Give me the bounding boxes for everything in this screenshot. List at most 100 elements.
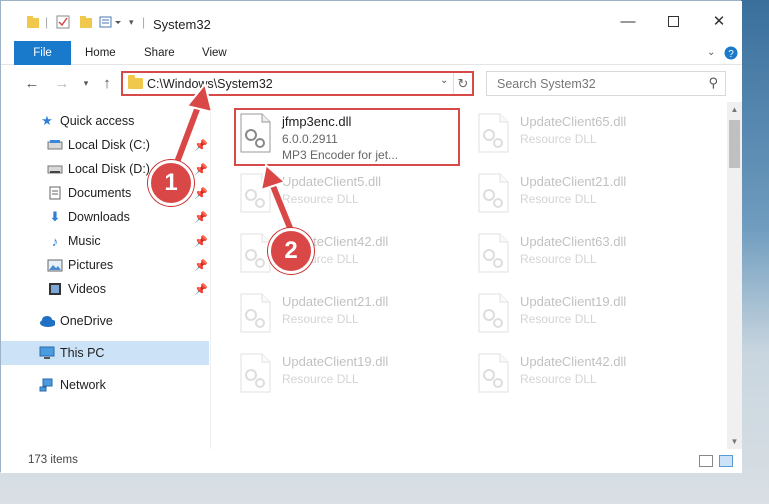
drive-icon [47,138,63,152]
vertical-scrollbar[interactable]: ▲ ▼ [727,102,742,449]
sidebar-item-music[interactable]: ♪ Music 📌 [1,229,209,253]
details-view-icon[interactable] [699,455,713,467]
sidebar-item-downloads[interactable]: ⬇ Downloads 📌 [1,205,209,229]
file-description: Resource DLL [520,132,597,146]
step-badge-2: 2 [268,228,314,274]
pin-icon[interactable]: 📌 [194,235,208,248]
sidebar-item-pictures[interactable]: Pictures 📌 [1,253,209,277]
documents-icon [47,186,63,200]
navigation-pane: ★ Quick access Local Disk (C:) 📌 Local D… [1,102,211,449]
dll-file-icon [478,173,509,213]
maximize-button[interactable] [650,1,696,41]
file-description: Resource DLL [282,312,359,326]
sidebar-item-label: Videos [68,282,106,296]
folder-icon [26,13,40,31]
expand-ribbon-icon[interactable]: ⌄ [707,41,715,65]
file-description: Resource DLL [520,372,597,386]
status-bar: 173 items [1,449,742,473]
file-version: 6.0.0.2911 [282,132,338,146]
scrollbar-thumb[interactable] [729,120,740,168]
forward-arrow-icon[interactable]: → [53,73,71,93]
title-separator-2: | [142,15,146,29]
window-title: System32 [153,17,211,32]
file-item[interactable]: jfmp3enc.dll 6.0.0.2911 MP3 Encoder for … [232,106,462,162]
scroll-down-icon[interactable]: ▼ [727,434,742,449]
pictures-icon [47,258,63,272]
file-item[interactable]: UpdateClient42.dll Resource DLL [232,226,462,278]
folder-icon [128,75,143,89]
file-item[interactable]: UpdateClient21.dll Resource DLL [470,166,700,218]
sidebar-item-local-disk-c[interactable]: Local Disk (C:) 📌 [1,133,209,157]
svg-text:?: ? [728,49,734,60]
file-item[interactable]: UpdateClient19.dll Resource DLL [232,346,462,398]
item-count: 173 items [28,454,78,466]
address-bar[interactable]: C:\Windows\System32 ⌄ ↻ [121,71,474,96]
large-icons-view-icon[interactable] [719,455,733,467]
cloud-icon [39,314,55,328]
file-name: UpdateClient63.dll [520,234,627,249]
dll-file-icon [478,353,509,393]
pin-icon[interactable]: 📌 [194,163,208,176]
address-path[interactable]: C:\Windows\System32 [147,77,273,91]
dll-file-icon [240,293,271,333]
properties-icon[interactable] [56,13,70,31]
customize-toolbar-icon[interactable] [99,13,125,31]
file-description: Resource DLL [520,192,597,206]
file-name: UpdateClient42.dll [520,354,627,369]
sidebar-item-label: Quick access [60,114,135,128]
downloads-icon: ⬇ [49,209,61,224]
tab-view[interactable]: View [202,41,227,65]
file-name: UpdateClient19.dll [282,354,389,369]
pin-icon[interactable]: 📌 [194,139,208,152]
pin-icon[interactable]: 📌 [194,259,208,272]
chevron-down-icon[interactable]: ⌄ [440,75,448,86]
dll-file-icon [240,173,271,213]
pin-icon[interactable]: 📌 [194,187,208,200]
dll-file-icon [478,293,509,333]
file-item[interactable]: UpdateClient21.dll Resource DLL [232,286,462,338]
dll-file-icon [240,113,271,153]
sidebar-item-label: Downloads [68,210,130,224]
recent-locations-icon[interactable]: ▾ [77,73,95,93]
computer-icon [39,346,55,360]
new-folder-icon[interactable] [79,13,93,31]
sidebar-item-this-pc[interactable]: This PC [1,341,209,365]
sidebar-item-network[interactable]: Network [1,373,209,397]
search-placeholder: Search System32 [497,77,596,91]
scroll-up-icon[interactable]: ▲ [727,102,742,117]
sidebar-item-label: This PC [60,346,105,360]
help-icon[interactable]: ? [724,41,738,65]
refresh-icon[interactable]: ↻ [453,73,472,94]
file-item[interactable]: UpdateClient42.dll Resource DLL [470,346,700,398]
pin-icon[interactable]: 📌 [194,283,208,296]
sidebar-item-label: Documents [68,186,132,200]
close-button[interactable]: ✕ [696,1,742,41]
sidebar-item-label: OneDrive [60,314,113,328]
quick-access-dropdown-icon[interactable]: ▾ [129,13,134,31]
tab-home[interactable]: Home [85,41,116,65]
file-item[interactable]: UpdateClient65.dll Resource DLL [470,106,700,158]
sidebar-item-quick-access[interactable]: ★ Quick access [1,109,209,133]
sidebar-item-label: Music [68,234,101,248]
up-arrow-icon[interactable]: ↑ [98,73,116,93]
sidebar-item-onedrive[interactable]: OneDrive [1,309,209,333]
videos-icon [47,282,63,296]
file-name: jfmp3enc.dll [282,114,352,129]
search-input[interactable]: Search System32 ⚲ [486,71,726,96]
tab-share[interactable]: Share [144,41,175,65]
file-description: Resource DLL [282,372,359,386]
drive-icon [47,162,63,176]
file-name: UpdateClient21.dll [282,294,389,309]
address-row: ← → ▾ ↑ C:\Windows\System32 ⌄ ↻ Search S… [1,65,742,102]
file-item[interactable]: UpdateClient19.dll Resource DLL [470,286,700,338]
sidebar-item-videos[interactable]: Videos 📌 [1,277,209,301]
search-icon: ⚲ [708,75,718,90]
step-badge-1: 1 [148,160,194,206]
star-icon: ★ [41,113,53,128]
pin-icon[interactable]: 📌 [194,211,208,224]
file-item[interactable]: UpdateClient63.dll Resource DLL [470,226,700,278]
file-item[interactable]: UpdateClient5.dll Resource DLL [232,166,462,218]
dll-file-icon [240,233,271,273]
back-arrow-icon[interactable]: ← [23,73,41,93]
minimize-button[interactable]: — [605,1,651,41]
